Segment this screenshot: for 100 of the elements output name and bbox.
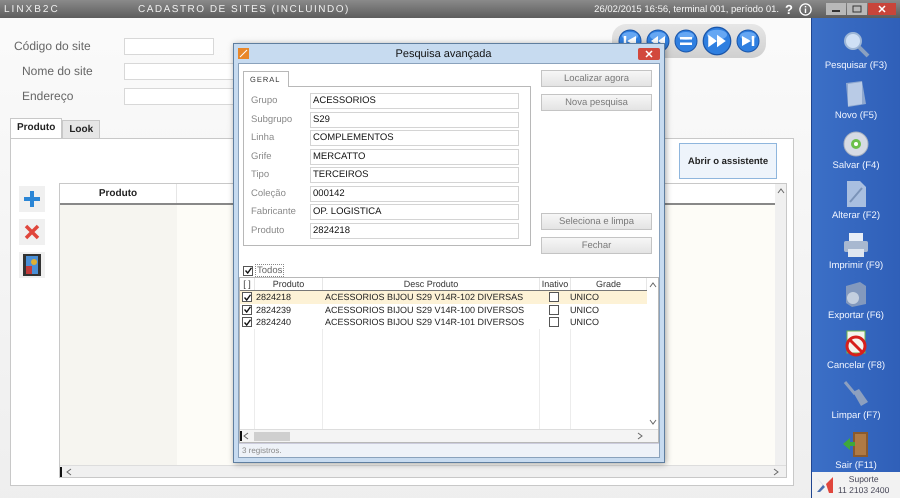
field-label: Nome do site [21, 63, 94, 80]
table-cell-text: 2824240 [255, 317, 292, 328]
table-cell-text: ACESSORIOS BIJOU S29 V14R-100 DIVERSOS [324, 304, 526, 315]
column-header[interactable]: Inativo [540, 278, 571, 290]
logo-icon [816, 476, 834, 494]
table-row[interactable]: 2824240 ACESSORIOS BIJOU S29 V14R-101 DIVERSOS UNICO [240, 316, 647, 328]
table-row[interactable]: 2824239 ACESSORIOS BIJOU S29 V14R-100 DIVERSOS UNICO [240, 304, 647, 316]
scroll-right-icon[interactable] [772, 468, 780, 476]
info-icon[interactable] [799, 2, 812, 16]
checkbox[interactable] [242, 304, 252, 315]
door-icon [842, 430, 870, 458]
close-icon[interactable] [868, 3, 896, 15]
scroll-left-icon[interactable] [242, 432, 250, 440]
input-field[interactable]: OP. LOGISTICA [310, 204, 519, 220]
minimize-icon[interactable] [826, 3, 846, 15]
add-button[interactable] [19, 186, 45, 212]
field-label: Linha [251, 131, 276, 145]
fast-forward-icon[interactable] [702, 26, 732, 56]
printer-icon [842, 232, 870, 258]
column-header[interactable]: Desc Produto [323, 278, 540, 290]
input-field[interactable]: ACESSORIOS [310, 93, 519, 109]
close-icon[interactable] [638, 48, 660, 60]
scroll-right-icon[interactable] [636, 432, 644, 440]
dialog-title: Pesquisa avançada [394, 48, 492, 60]
column-header[interactable]: Produto [255, 278, 323, 290]
input-field[interactable]: COMPLEMENTOS [310, 130, 519, 146]
field-label: Grupo [251, 94, 278, 108]
checkbox[interactable] [549, 304, 559, 315]
field-label: Tipo [251, 168, 270, 182]
scroll-up-icon[interactable] [776, 187, 784, 195]
field-label: Fabricante [251, 205, 297, 219]
media-button[interactable] [19, 252, 45, 278]
sidebar-button[interactable]: Novo (F5) [812, 72, 900, 122]
table-row[interactable]: 2824218 ACESSORIOS BIJOU S29 V14R-102 DIVERSAS UNICO [240, 291, 647, 304]
sidebar-button[interactable]: Salvar (F4) [812, 122, 900, 172]
scroll-down-icon[interactable] [648, 418, 656, 426]
checkbox[interactable] [549, 292, 559, 302]
field-label: Subgrupo [251, 112, 294, 126]
document-icon [844, 180, 868, 208]
dialog-button[interactable]: Localizar agora [541, 70, 652, 87]
input-field[interactable]: MERCATTO [310, 148, 519, 164]
sidebar-button[interactable]: Pesquisar (F3) [812, 22, 900, 72]
checkbox-label[interactable]: Todos [255, 264, 284, 277]
column-header[interactable]: Grade [571, 278, 647, 290]
input-field[interactable]: S29 [310, 112, 519, 128]
table-cell-text: 2824239 [255, 304, 292, 315]
checkbox[interactable] [243, 266, 253, 276]
window-title: CADASTRO DE SITES (INCLUINDO) [138, 4, 350, 14]
table-cell-text: UNICO [569, 317, 600, 328]
assistant-button[interactable]: Abrir o assistente [679, 143, 777, 179]
table-cell-text: 2824218 [255, 292, 292, 302]
scrollbar-thumb[interactable] [254, 432, 290, 440]
sidebar-button[interactable]: Imprimir (F9) [812, 222, 900, 272]
field-label: Endereço [21, 88, 74, 105]
table-cell-text: ACESSORIOS BIJOU S29 V14R-101 DIVERSOS [324, 317, 526, 328]
dialog-button[interactable]: Fechar [541, 237, 652, 254]
input-field[interactable] [124, 38, 214, 55]
checkbox[interactable] [549, 317, 559, 328]
disc-icon [842, 130, 870, 158]
session-info: 26/02/2015 16:56, terminal 001, período 01. [594, 4, 780, 14]
cross-icon [24, 224, 40, 240]
field-label: Grife [251, 150, 273, 164]
delete-button[interactable] [19, 219, 45, 245]
scroll-left-icon[interactable] [65, 468, 73, 476]
field-label: Produto [251, 224, 286, 238]
sidebar-button[interactable]: Limpar (F7) [812, 372, 900, 422]
status-text: 3 registros. [239, 443, 659, 457]
input-field[interactable]: 000142 [310, 186, 519, 202]
sidebar-button[interactable]: Alterar (F2) [812, 172, 900, 222]
checkbox[interactable] [242, 292, 252, 302]
checkbox[interactable] [242, 317, 252, 328]
input-field[interactable]: 2824218 [310, 222, 519, 238]
brand-name: LINXB2C [4, 4, 61, 14]
table-cell-text: UNICO [569, 292, 600, 302]
equals-icon[interactable] [674, 29, 698, 53]
help-link[interactable]: ? [785, 2, 793, 16]
sidebar-button[interactable]: Cancelar (F8) [812, 322, 900, 372]
support-label: Suporte [848, 474, 879, 485]
plus-icon [23, 190, 41, 208]
broom-icon [843, 380, 869, 408]
last-record-icon[interactable] [736, 29, 760, 53]
maximize-icon[interactable] [847, 3, 867, 15]
film-icon [23, 254, 41, 276]
sidebar-button[interactable]: Exportar (F6) [812, 272, 900, 322]
table-cell-text: ACESSORIOS BIJOU S29 V14R-102 DIVERSAS [324, 292, 524, 302]
support-phone: 11 2103 2400 [838, 485, 890, 496]
sidebar-button[interactable]: Sair (F11) [812, 422, 900, 472]
dialog-button[interactable]: Seleciona e limpa [541, 213, 652, 230]
scroll-up-icon[interactable] [648, 281, 656, 289]
column-header[interactable]: Produto [60, 184, 177, 203]
tab[interactable]: Produto [10, 118, 62, 138]
field-label: Coleção [251, 186, 287, 200]
tab[interactable]: Look [62, 120, 100, 138]
prohibited-icon [843, 330, 869, 358]
column-header[interactable]: [ ] [240, 278, 255, 290]
input-field[interactable]: TERCEIROS [310, 167, 519, 183]
dialog-button[interactable]: Nova pesquisa [541, 94, 652, 111]
search-icon [842, 30, 870, 58]
book-icon [844, 80, 868, 108]
table-cell-text: UNICO [569, 304, 600, 315]
